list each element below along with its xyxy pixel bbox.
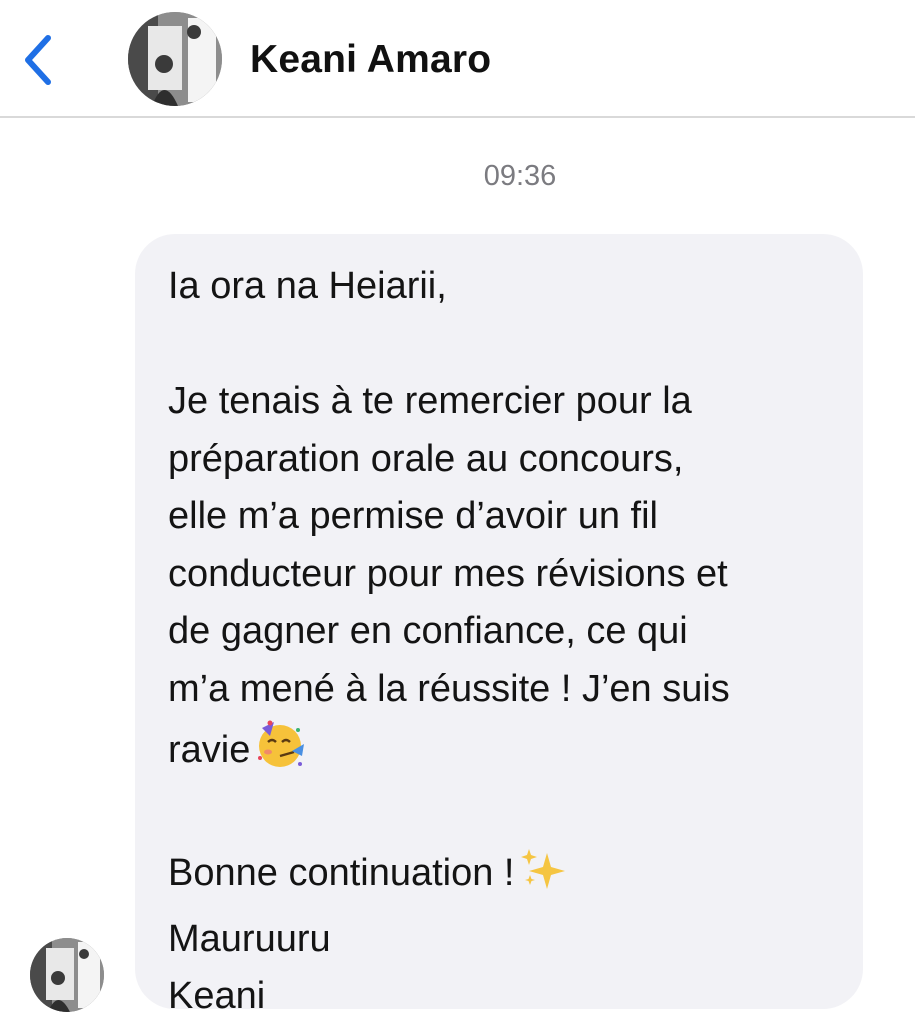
message-timestamp: 09:36 [483,160,557,192]
message-line-text: Bonne continuation ! [168,852,515,894]
message-line: Mauruuru [168,917,331,960]
partying-face-emoji [254,718,306,788]
contact-name[interactable]: Keani Amaro [250,38,491,82]
message-line: préparation orale au concours, [168,437,684,480]
message-line: m’a mené à la réussite ! J’en suis [168,667,730,710]
message-line: Je tenais à te remercier pour la [168,380,692,422]
sparkles-emoji [519,845,567,911]
sender-avatar[interactable] [30,938,104,1012]
message-bubble[interactable]: Ia ora na Heiarii, Je tenais à te remerc… [135,234,863,1017]
message-line: elle m’a permise d’avoir un fil [168,495,658,537]
chevron-left-icon [25,35,51,85]
message-line-with-emoji: Bonne continuation ! [168,845,843,911]
contact-avatar[interactable] [128,12,222,106]
message-line-text: ravie [168,729,251,771]
message-line: Ia ora na Heiarii, [168,265,447,307]
message-line: conducteur pour mes révisions et [168,552,728,595]
back-button[interactable] [18,30,62,90]
message-line: Keani [168,975,266,1017]
message-line: de gagner en confiance, ce qui [168,610,688,652]
message-line-with-emoji: ravie [168,718,843,788]
chat-header: Keani Amaro [0,0,915,118]
